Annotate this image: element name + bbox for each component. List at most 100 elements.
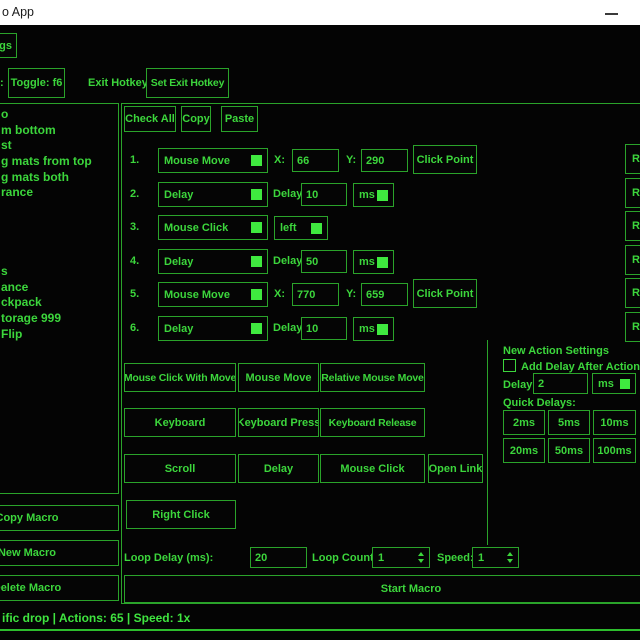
- unit-dropdown[interactable]: ms: [353, 317, 394, 341]
- quick-delay-2ms-button[interactable]: 2ms: [503, 410, 545, 435]
- macro-list-item[interactable]: g mats from top: [0, 154, 118, 170]
- settings-delay-input[interactable]: [533, 373, 588, 394]
- macro-list-item[interactable]: [0, 248, 118, 264]
- macro-list[interactable]: o m bottom st g mats from top g mats bot…: [0, 103, 119, 494]
- spinner-down-icon[interactable]: [507, 559, 513, 563]
- dropdown-indicator-icon: [251, 256, 262, 267]
- loop-delay-label: Loop Delay (ms):: [124, 551, 213, 565]
- action-type-value: Mouse Move: [159, 289, 251, 301]
- action-type-value: Delay: [159, 323, 251, 335]
- set-exit-hotkey-button[interactable]: Set Exit Hotkey: [146, 68, 229, 98]
- mouse-button-dropdown[interactable]: left: [274, 216, 328, 240]
- remove-action-button[interactable]: R: [625, 278, 640, 308]
- mouse-button-value: left: [275, 222, 311, 234]
- add-mouse-move-button[interactable]: Mouse Move: [238, 363, 319, 392]
- speed-stepper[interactable]: 1: [472, 547, 519, 568]
- action-type-dropdown[interactable]: Delay: [158, 182, 268, 207]
- click-point-button[interactable]: Click Point: [413, 279, 477, 308]
- remove-action-button[interactable]: R: [625, 144, 640, 174]
- macro-list-item[interactable]: g mats both: [0, 170, 118, 186]
- macro-list-item[interactable]: o: [0, 107, 118, 123]
- action-type-dropdown[interactable]: Mouse Move: [158, 282, 268, 307]
- action-type-dropdown[interactable]: Delay: [158, 316, 268, 341]
- loop-count-value: 1: [373, 552, 418, 564]
- action-type-value: Delay: [159, 256, 251, 268]
- speed-label: Speed:: [437, 551, 474, 565]
- macro-list-item[interactable]: [0, 201, 118, 217]
- start-macro-button[interactable]: Start Macro: [124, 575, 640, 603]
- macro-list-item[interactable]: torage 999: [0, 311, 118, 327]
- remove-action-button[interactable]: R: [625, 245, 640, 275]
- quick-delay-100ms-button[interactable]: 100ms: [593, 438, 636, 463]
- macro-list-item[interactable]: Flip: [0, 327, 118, 343]
- remove-action-button[interactable]: R: [625, 312, 640, 342]
- action-type-dropdown[interactable]: Mouse Move: [158, 148, 268, 173]
- spinner-down-icon[interactable]: [418, 559, 424, 563]
- minimize-icon[interactable]: [605, 13, 618, 15]
- stepper-arrows[interactable]: [418, 552, 424, 563]
- unit-dropdown[interactable]: ms: [353, 183, 394, 207]
- add-scroll-button[interactable]: Scroll: [124, 454, 236, 483]
- quick-delay-50ms-button[interactable]: 50ms: [548, 438, 590, 463]
- delete-macro-button[interactable]: Delete Macro: [0, 575, 119, 601]
- tab-settings[interactable]: gs: [0, 33, 17, 58]
- loop-delay-input[interactable]: [250, 547, 307, 568]
- tab-label: gs: [0, 40, 12, 52]
- macro-list-item[interactable]: s: [0, 264, 118, 280]
- exit-hotkey-label: Exit Hotkey:: [88, 76, 152, 90]
- check-all-button[interactable]: Check All: [124, 106, 176, 132]
- quick-delay-10ms-button[interactable]: 10ms: [593, 410, 636, 435]
- stepper-arrows[interactable]: [507, 552, 513, 563]
- macro-list-item[interactable]: st: [0, 138, 118, 154]
- copy-macro-button[interactable]: Copy Macro: [0, 505, 119, 531]
- add-right-click-button[interactable]: Right Click: [126, 500, 236, 529]
- add-keyboard-release-button[interactable]: Keyboard Release: [320, 408, 425, 437]
- remove-action-button[interactable]: R: [625, 211, 640, 241]
- delay-input[interactable]: [301, 250, 347, 273]
- add-delay-after-action-checkbox[interactable]: [503, 359, 516, 372]
- x-input[interactable]: [292, 283, 339, 306]
- y-input[interactable]: [361, 149, 408, 172]
- copy-button[interactable]: Copy: [181, 106, 211, 132]
- paste-button[interactable]: Paste: [221, 106, 258, 132]
- add-mouse-click-button[interactable]: Mouse Click: [320, 454, 425, 483]
- add-delay-button[interactable]: Delay: [238, 454, 319, 483]
- dropdown-indicator-icon: [377, 257, 388, 268]
- x-input[interactable]: [292, 149, 339, 172]
- macro-list-item[interactable]: m bottom: [0, 123, 118, 139]
- delay-input[interactable]: [301, 183, 347, 206]
- dropdown-indicator-icon: [377, 190, 388, 201]
- dropdown-indicator-icon: [620, 379, 630, 389]
- new-macro-button[interactable]: New Macro: [0, 540, 119, 566]
- action-type-dropdown[interactable]: Delay: [158, 249, 268, 274]
- add-keyboard-button[interactable]: Keyboard: [124, 408, 236, 437]
- macro-list-item[interactable]: [0, 217, 118, 233]
- add-mouse-click-with-move-button[interactable]: Mouse Click With Move: [124, 363, 236, 392]
- dropdown-indicator-icon: [251, 222, 262, 233]
- quick-delay-20ms-button[interactable]: 20ms: [503, 438, 545, 463]
- macro-list-item[interactable]: ance: [0, 280, 118, 296]
- macro-list-item[interactable]: [0, 233, 118, 249]
- action-type-dropdown[interactable]: Mouse Click: [158, 215, 268, 240]
- add-keyboard-press-button[interactable]: Keyboard Press: [238, 408, 319, 437]
- y-input[interactable]: [361, 283, 408, 306]
- action-number: 2.: [130, 187, 139, 201]
- macro-list-item[interactable]: rance: [0, 185, 118, 201]
- quick-delay-5ms-button[interactable]: 5ms: [548, 410, 590, 435]
- settings-unit-dropdown[interactable]: ms: [592, 373, 636, 394]
- remove-action-button[interactable]: R: [625, 178, 640, 208]
- spinner-up-icon[interactable]: [418, 552, 424, 556]
- add-relative-mouse-move-button[interactable]: Relative Mouse Move: [320, 363, 425, 392]
- add-open-link-button[interactable]: Open Link: [428, 454, 483, 483]
- delay-input[interactable]: [301, 317, 347, 340]
- macro-list-item[interactable]: ckpack: [0, 295, 118, 311]
- window-title: o App: [2, 0, 34, 25]
- action-number: 4.: [130, 254, 139, 268]
- toggle-hotkey-button[interactable]: Toggle: f6: [8, 68, 65, 98]
- new-action-settings-border: [487, 340, 488, 545]
- unit-dropdown[interactable]: ms: [353, 250, 394, 274]
- loop-count-stepper[interactable]: 1: [372, 547, 430, 568]
- spinner-up-icon[interactable]: [507, 552, 513, 556]
- click-point-button[interactable]: Click Point: [413, 145, 477, 174]
- loop-count-label: Loop Count:: [312, 551, 377, 565]
